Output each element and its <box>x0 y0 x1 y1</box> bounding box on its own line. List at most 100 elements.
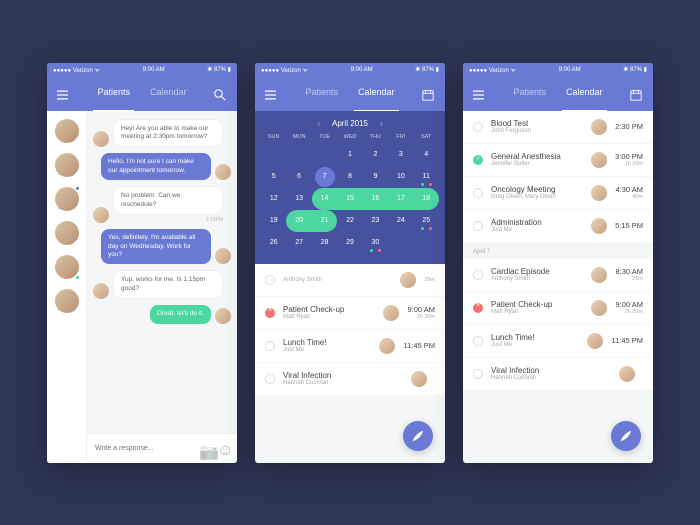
message-bubble: Yes, definitely. I'm available all day o… <box>101 229 211 264</box>
event-row[interactable]: Viral InfectionHannah Cochran <box>255 363 445 395</box>
calendar-day[interactable]: 10 <box>388 166 413 188</box>
camera-icon[interactable]: 📷 <box>199 442 211 454</box>
event-row[interactable]: Lunch Time!Just Me 11:45 PM <box>463 325 653 357</box>
event-avatar <box>591 119 607 135</box>
calendar-icon[interactable] <box>629 88 643 100</box>
event-duration: 25m <box>424 277 435 283</box>
header: Patients Calendar <box>255 77 445 111</box>
prev-month[interactable]: ‹ <box>317 119 320 128</box>
event-title: General Anesthesia <box>491 152 583 161</box>
calendar-day[interactable]: 14 <box>312 188 337 210</box>
event-time: 11:45 PM <box>611 336 643 345</box>
compose-fab[interactable] <box>403 421 433 451</box>
menu-icon[interactable] <box>265 88 279 100</box>
contact-avatar[interactable] <box>55 119 79 143</box>
tab-calendar[interactable]: Calendar <box>150 87 187 101</box>
event-status-icon <box>473 221 483 231</box>
calendar-day[interactable]: 25 <box>414 210 439 232</box>
event-avatar <box>619 366 635 382</box>
event-row[interactable]: Blood TestJohn Ferguson 2:30 PM <box>463 111 653 143</box>
event-duration: 2h 30m <box>407 314 435 320</box>
event-avatar <box>383 305 399 321</box>
calendar-day[interactable]: 20 <box>286 210 311 232</box>
contact-avatar[interactable] <box>55 289 79 313</box>
calendar-day[interactable]: 24 <box>388 210 413 232</box>
calendar-day[interactable]: 3 <box>388 144 413 166</box>
calendar-day[interactable]: 6 <box>286 166 311 188</box>
event-status-icon <box>265 374 275 384</box>
calendar-day[interactable]: 4 <box>414 144 439 166</box>
calendar-day[interactable] <box>414 232 439 254</box>
event-avatar <box>587 333 603 349</box>
event-avatar <box>591 300 607 316</box>
calendar-icon[interactable] <box>421 88 435 100</box>
event-row[interactable]: Anthony Smith 25m <box>255 264 445 296</box>
next-month[interactable]: › <box>380 119 383 128</box>
message-input[interactable] <box>95 445 193 452</box>
contact-avatar[interactable] <box>55 221 79 245</box>
calendar-day[interactable]: 2 <box>363 144 388 166</box>
calendar-day[interactable]: 12 <box>261 188 286 210</box>
calendar-day[interactable]: 1 <box>337 144 362 166</box>
search-icon[interactable] <box>213 88 227 100</box>
calendar-day[interactable]: 7 <box>315 167 335 187</box>
calendar-day[interactable]: 13 <box>286 188 311 210</box>
calendar-day[interactable]: 17 <box>388 188 413 210</box>
menu-icon[interactable] <box>57 88 71 100</box>
event-status-icon <box>473 369 483 379</box>
event-title: Patient Check-up <box>283 305 375 314</box>
event-time: 8:30 AM <box>615 267 643 276</box>
contact-sidebar: RyanJeramyJenniferGreg,MattAnthony <box>47 111 87 463</box>
event-subtitle: Hannah Cochran <box>283 380 403 386</box>
message-bubble: Yup, works for me. Is 1:15pm good? <box>113 270 223 299</box>
event-row[interactable]: Patient Check-upMatt Ryan 9:00 AM2h 30m <box>255 297 445 329</box>
contact-avatar[interactable] <box>55 255 79 279</box>
event-time: 3:00 PM <box>615 152 643 161</box>
calendar-day[interactable]: 26 <box>261 232 286 254</box>
tab-patients[interactable]: Patients <box>97 87 130 101</box>
calendar-day[interactable]: 9 <box>363 166 388 188</box>
event-status-icon <box>473 188 483 198</box>
calendar-day[interactable]: 18 <box>414 188 439 210</box>
calendar-day[interactable]: 5 <box>261 166 286 188</box>
calendar-day[interactable] <box>312 144 337 166</box>
event-row[interactable]: AdministrationJust Me 5:15 PM <box>463 210 653 242</box>
compose-fab[interactable] <box>611 421 641 451</box>
event-subtitle: Anthony Smith <box>491 276 583 282</box>
event-row[interactable]: General AnesthesiaJennifer Butler 3:00 P… <box>463 144 653 176</box>
calendar-day[interactable]: 15 <box>337 188 362 210</box>
calendar-day[interactable]: 22 <box>337 210 362 232</box>
calendar-day[interactable]: 23 <box>363 210 388 232</box>
calendar-day[interactable]: 8 <box>337 166 362 188</box>
event-title: Blood Test <box>491 119 583 128</box>
calendar-day[interactable] <box>261 144 286 166</box>
message-bubble: Great, let's do it. <box>150 305 211 323</box>
event-row[interactable]: Cardiac EpisodeAnthony Smith 8:30 AM25m <box>463 259 653 291</box>
calendar-day[interactable]: 27 <box>286 232 311 254</box>
menu-icon[interactable] <box>473 88 487 100</box>
event-status-icon <box>265 308 275 318</box>
calendar-day[interactable] <box>388 232 413 254</box>
event-row[interactable]: Lunch Time!Just Me 11:45 PM <box>255 330 445 362</box>
emoji-icon[interactable]: ☺ <box>217 442 229 454</box>
tab-patients[interactable]: Patients <box>513 87 546 101</box>
tab-patients[interactable]: Patients <box>305 87 338 101</box>
calendar-day[interactable]: 16 <box>363 188 388 210</box>
calendar-day[interactable]: 19 <box>261 210 286 232</box>
event-row[interactable]: Patient Check-upMatt Ryan 9:00 AM2h 30m <box>463 292 653 324</box>
tab-calendar[interactable]: Calendar <box>566 87 603 101</box>
calendar-day[interactable]: 21 <box>312 210 337 232</box>
event-title: Administration <box>491 218 583 227</box>
calendar-day[interactable]: 11 <box>414 166 439 188</box>
calendar-day[interactable]: 30 <box>363 232 388 254</box>
event-row[interactable]: Oncology MeetingGreg Olsen, Mary Olsen 4… <box>463 177 653 209</box>
event-row[interactable]: Viral InfectionHannah Cochran <box>463 358 653 390</box>
calendar-panel: ‹ April 2015 › SUNMONTUEWEDTHUFRISAT 123… <box>255 111 445 264</box>
calendar-day[interactable] <box>286 144 311 166</box>
message-avatar <box>93 283 109 299</box>
tab-calendar[interactable]: Calendar <box>358 87 395 101</box>
calendar-day[interactable]: 28 <box>312 232 337 254</box>
calendar-day[interactable]: 29 <box>337 232 362 254</box>
contact-avatar[interactable] <box>55 153 79 177</box>
contact-avatar[interactable] <box>55 187 79 211</box>
